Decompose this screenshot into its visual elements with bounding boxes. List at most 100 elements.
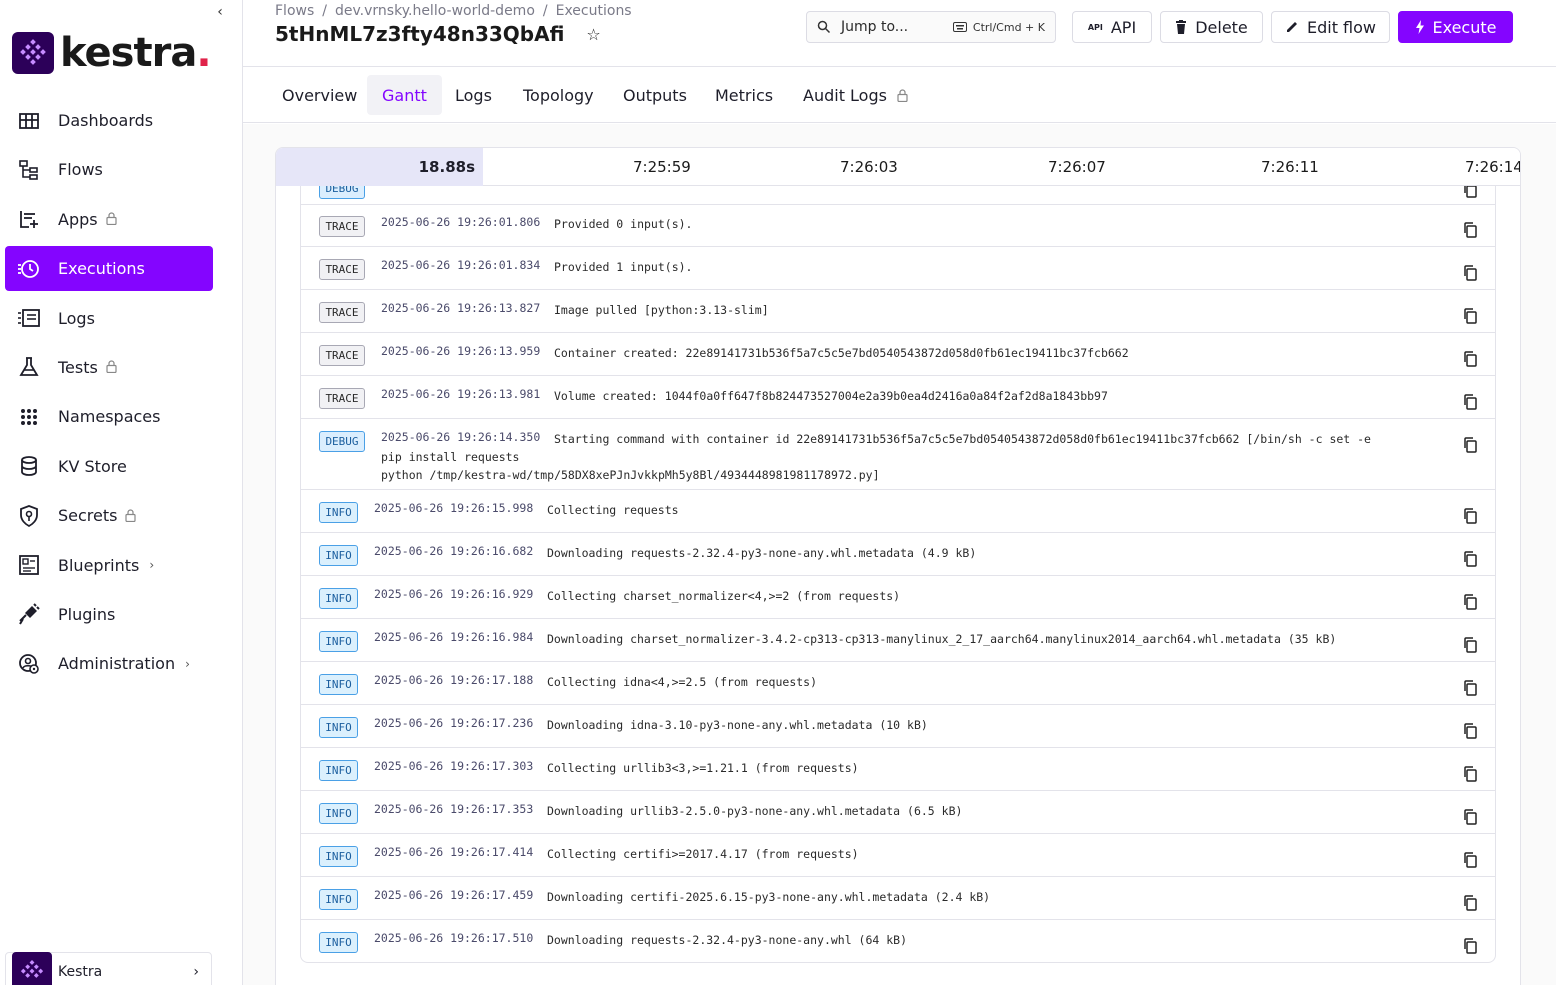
sidebar-item-logs[interactable]: Logs	[5, 296, 213, 341]
sidebar-item-kv-store[interactable]: KV Store	[5, 444, 213, 489]
tab-topology[interactable]: Topology	[508, 75, 609, 115]
breadcrumb-separator: /	[322, 3, 327, 19]
sidebar-item-secrets[interactable]: Secrets	[5, 493, 213, 538]
log-level-badge: INFO	[319, 932, 358, 953]
timeline-tick: 7:25:59	[633, 158, 691, 176]
log-level-badge: TRACE	[319, 216, 365, 237]
copy-icon[interactable]	[1463, 594, 1477, 610]
copy-icon[interactable]	[1463, 766, 1477, 782]
copy-icon[interactable]	[1463, 852, 1477, 868]
log-timestamp: 2025-06-26 19:26:15.998	[374, 501, 534, 515]
tab-metrics[interactable]: Metrics	[700, 75, 788, 115]
log-timestamp: 2025-06-26 19:26:01.834	[381, 258, 541, 272]
keyboard-shortcut: Ctrl/Cmd + K	[952, 21, 1045, 34]
copy-icon[interactable]	[1463, 938, 1477, 954]
sidebar-item-flows[interactable]: Flows	[5, 147, 213, 192]
task-log-list: DEBUG TRACE 2025-06-26 19:26:01.806 Provid…	[300, 186, 1496, 963]
delete-button[interactable]: Delete	[1160, 11, 1263, 43]
copy-icon[interactable]	[1463, 637, 1477, 653]
tab-gantt[interactable]: Gantt	[367, 75, 442, 115]
keyboard-icon	[952, 22, 967, 32]
lock-icon	[125, 509, 137, 523]
collapse-sidebar-chevron-icon[interactable]: ‹	[212, 4, 228, 20]
log-row: TRACE 2025-06-26 19:26:01.834 Provided 1 i…	[301, 247, 1495, 290]
copy-icon[interactable]	[1463, 680, 1477, 696]
trash-icon	[1176, 20, 1187, 34]
chevron-right-icon: ›	[149, 558, 155, 573]
sidebar: ‹ kestra. Dashboards Flows Apps Executions L…	[0, 0, 243, 985]
tab-outputs[interactable]: Outputs	[608, 75, 702, 115]
api-button[interactable]: API API	[1072, 11, 1152, 43]
sidebar-item-executions[interactable]: Executions	[5, 246, 213, 292]
log-level-badge: TRACE	[319, 345, 365, 366]
sidebar-item-apps[interactable]: Apps	[5, 197, 213, 242]
copy-icon[interactable]	[1463, 186, 1477, 198]
plug-icon	[18, 603, 40, 625]
sidebar-item-label: Dashboards	[58, 111, 154, 130]
log-timestamp: 2025-06-26 19:26:14.350	[381, 430, 541, 444]
copy-icon[interactable]	[1463, 723, 1477, 739]
copy-icon[interactable]	[1463, 351, 1477, 367]
copy-icon[interactable]	[1463, 508, 1477, 524]
copy-icon[interactable]	[1463, 437, 1477, 453]
pencil-icon	[1286, 22, 1297, 32]
sidebar-item-plugins[interactable]: Plugins	[5, 592, 213, 637]
star-icon[interactable]: ☆	[586, 25, 600, 44]
log-timestamp: 2025-06-26 19:26:13.981	[381, 387, 541, 401]
flows-icon	[18, 159, 40, 181]
log-message: Volume created: 1044f0a0ff647f8b82447352…	[554, 389, 1108, 403]
copy-icon[interactable]	[1463, 895, 1477, 911]
tab-overview[interactable]: Overview	[267, 75, 372, 115]
log-timestamp: 2025-06-26 19:26:01.806	[381, 215, 541, 229]
log-level-badge: TRACE	[319, 259, 365, 280]
sidebar-item-label: Administration	[58, 654, 176, 674]
tenant-name: Kestra	[58, 964, 103, 980]
execution-duration: 18.88s	[276, 148, 483, 186]
kestra-logo-icon	[12, 32, 54, 74]
copy-icon[interactable]	[1463, 265, 1477, 281]
tab-logs[interactable]: Logs	[440, 75, 507, 115]
sidebar-item-blueprints[interactable]: Blueprints ›	[5, 543, 213, 588]
sidebar-item-dashboards[interactable]: Dashboards	[5, 98, 213, 143]
lock-icon	[105, 212, 118, 226]
breadcrumb-namespace-flow[interactable]: dev.vrnsky.hello-world-demo	[335, 3, 535, 19]
copy-icon[interactable]	[1463, 308, 1477, 324]
tab-audit-logs[interactable]: Audit Logs	[788, 75, 923, 115]
breadcrumb-flows[interactable]: Flows	[275, 3, 314, 19]
executions-icon	[18, 258, 40, 280]
blueprints-icon	[18, 554, 40, 576]
edit-flow-button[interactable]: Edit flow	[1271, 11, 1390, 43]
log-row: INFO 2025-06-26 19:26:17.353 Downloading u…	[301, 791, 1495, 834]
breadcrumb-executions[interactable]: Executions	[556, 3, 632, 19]
log-row: DEBUG	[301, 186, 1495, 205]
log-level-badge: INFO	[319, 588, 358, 609]
gantt-timeline-header: 18.88s 7:25:59 7:26:03 7:26:07 7:26:11 7…	[276, 148, 1520, 186]
execute-button[interactable]: Execute	[1398, 11, 1513, 43]
copy-icon[interactable]	[1463, 551, 1477, 567]
tenant-switcher[interactable]: Kestra ›	[5, 952, 212, 985]
brand-logo[interactable]: kestra.	[12, 30, 212, 76]
sidebar-item-label: Plugins	[58, 604, 116, 624]
copy-icon[interactable]	[1463, 809, 1477, 825]
jump-to-search[interactable]: Jump to... Ctrl/Cmd + K	[806, 11, 1056, 43]
copy-icon[interactable]	[1463, 222, 1477, 238]
copy-icon[interactable]	[1463, 394, 1477, 410]
log-message: Downloading requests-2.32.4-py3-none-any…	[547, 933, 908, 947]
log-timestamp: 2025-06-26 19:26:17.414	[374, 845, 534, 859]
shield-key-icon	[18, 504, 40, 527]
log-timestamp: 2025-06-26 19:26:17.459	[374, 888, 534, 902]
dashboard-icon	[18, 110, 40, 132]
log-message: Collecting charset_normalizer<4,>=2 (fro…	[547, 589, 901, 603]
brand-name: kestra.	[60, 30, 212, 76]
sidebar-item-tests[interactable]: Tests	[5, 345, 213, 390]
log-row: INFO 2025-06-26 19:26:17.414 Collecting ce…	[301, 834, 1495, 877]
log-message: Downloading idna-3.10-py3-none-any.whl.m…	[547, 718, 928, 732]
tenant-logo-icon	[12, 952, 52, 985]
log-row: TRACE 2025-06-26 19:26:13.959 Container cr…	[301, 333, 1495, 376]
sidebar-item-administration[interactable]: Administration ›	[5, 641, 213, 686]
sidebar-item-namespaces[interactable]: Namespaces	[5, 394, 213, 439]
log-level-badge: INFO	[319, 846, 358, 867]
apps-icon	[18, 208, 40, 230]
database-icon	[18, 455, 40, 477]
log-timestamp: 2025-06-26 19:26:13.959	[381, 344, 541, 358]
